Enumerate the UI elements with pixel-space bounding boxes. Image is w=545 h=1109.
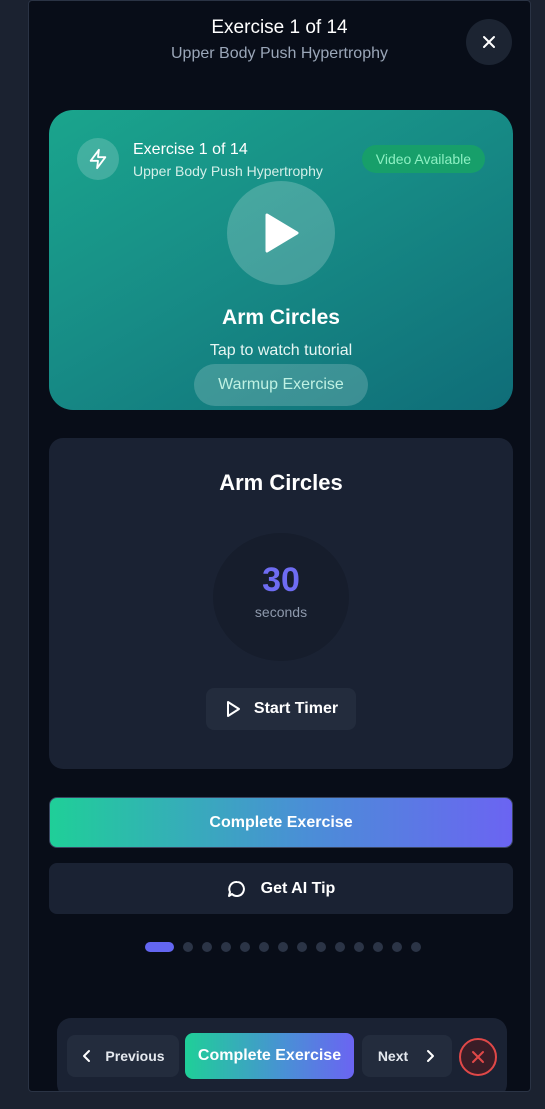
warmup-tag: Warmup Exercise — [194, 364, 368, 406]
play-outline-icon — [226, 701, 240, 717]
header-title: Exercise 1 of 14 — [211, 17, 348, 38]
exercise-meta: Exercise 1 of 14 Upper Body Push Hypertr… — [133, 141, 323, 179]
bottom-navigation: Previous Complete Exercise Next — [57, 1018, 507, 1091]
video-tutorial-card[interactable]: Exercise 1 of 14 Upper Body Push Hypertr… — [49, 110, 513, 410]
progress-dot[interactable] — [392, 942, 402, 952]
chevron-right-icon — [427, 1050, 435, 1062]
next-button[interactable]: Next — [362, 1035, 452, 1077]
play-video-button[interactable] — [227, 181, 335, 285]
chevron-left-icon — [83, 1050, 91, 1062]
get-ai-tip-button[interactable]: Get AI Tip — [49, 863, 513, 914]
lightning-icon — [77, 138, 119, 180]
start-timer-button[interactable]: Start Timer — [206, 688, 356, 730]
progress-dot[interactable] — [221, 942, 231, 952]
progress-dots — [145, 942, 421, 952]
previous-label: Previous — [105, 1048, 165, 1064]
progress-dot[interactable] — [240, 942, 250, 952]
ai-tip-label: Get AI Tip — [260, 879, 336, 897]
close-button[interactable] — [466, 19, 512, 65]
chat-bubble-icon — [227, 880, 245, 897]
tap-hint: Tap to watch tutorial — [209, 342, 353, 359]
start-timer-label: Start Timer — [253, 700, 339, 717]
previous-button[interactable]: Previous — [67, 1035, 179, 1077]
timer-exercise-title: Arm Circles — [219, 470, 343, 495]
workout-modal: Exercise 1 of 14 Upper Body Push Hypertr… — [28, 0, 531, 1092]
next-label: Next — [377, 1048, 409, 1064]
progress-dot[interactable] — [259, 942, 269, 952]
progress-dot[interactable] — [278, 942, 288, 952]
close-icon — [483, 36, 495, 48]
complete-exercise-button[interactable]: Complete Exercise — [49, 797, 513, 848]
progress-dot[interactable] — [316, 942, 326, 952]
video-available-badge: Video Available — [361, 145, 485, 173]
progress-dot[interactable] — [354, 942, 364, 952]
progress-dot[interactable] — [335, 942, 345, 952]
header-subtitle: Upper Body Push Hypertrophy — [171, 45, 388, 62]
progress-dot[interactable] — [411, 942, 421, 952]
progress-dot[interactable] — [183, 942, 193, 952]
bottom-complete-button[interactable]: Complete Exercise — [185, 1033, 354, 1079]
timer-display: 30 seconds — [213, 533, 349, 661]
progress-dot[interactable] — [202, 942, 212, 952]
timer-unit: seconds — [254, 604, 308, 620]
workout-name: Upper Body Push Hypertrophy — [133, 163, 323, 179]
progress-dot[interactable] — [373, 942, 383, 952]
progress-dot[interactable] — [297, 942, 307, 952]
exit-workout-button[interactable] — [459, 1038, 497, 1076]
play-icon — [265, 213, 299, 253]
exercise-counter: Exercise 1 of 14 — [133, 141, 248, 158]
progress-dot[interactable] — [145, 942, 174, 952]
timer-value: 30 — [262, 561, 300, 599]
timer-card: Arm Circles 30 seconds Start Timer — [49, 438, 513, 769]
exercise-name: Arm Circles — [222, 306, 340, 329]
close-icon — [472, 1051, 484, 1063]
modal-header: Exercise 1 of 14 Upper Body Push Hypertr… — [29, 17, 530, 63]
